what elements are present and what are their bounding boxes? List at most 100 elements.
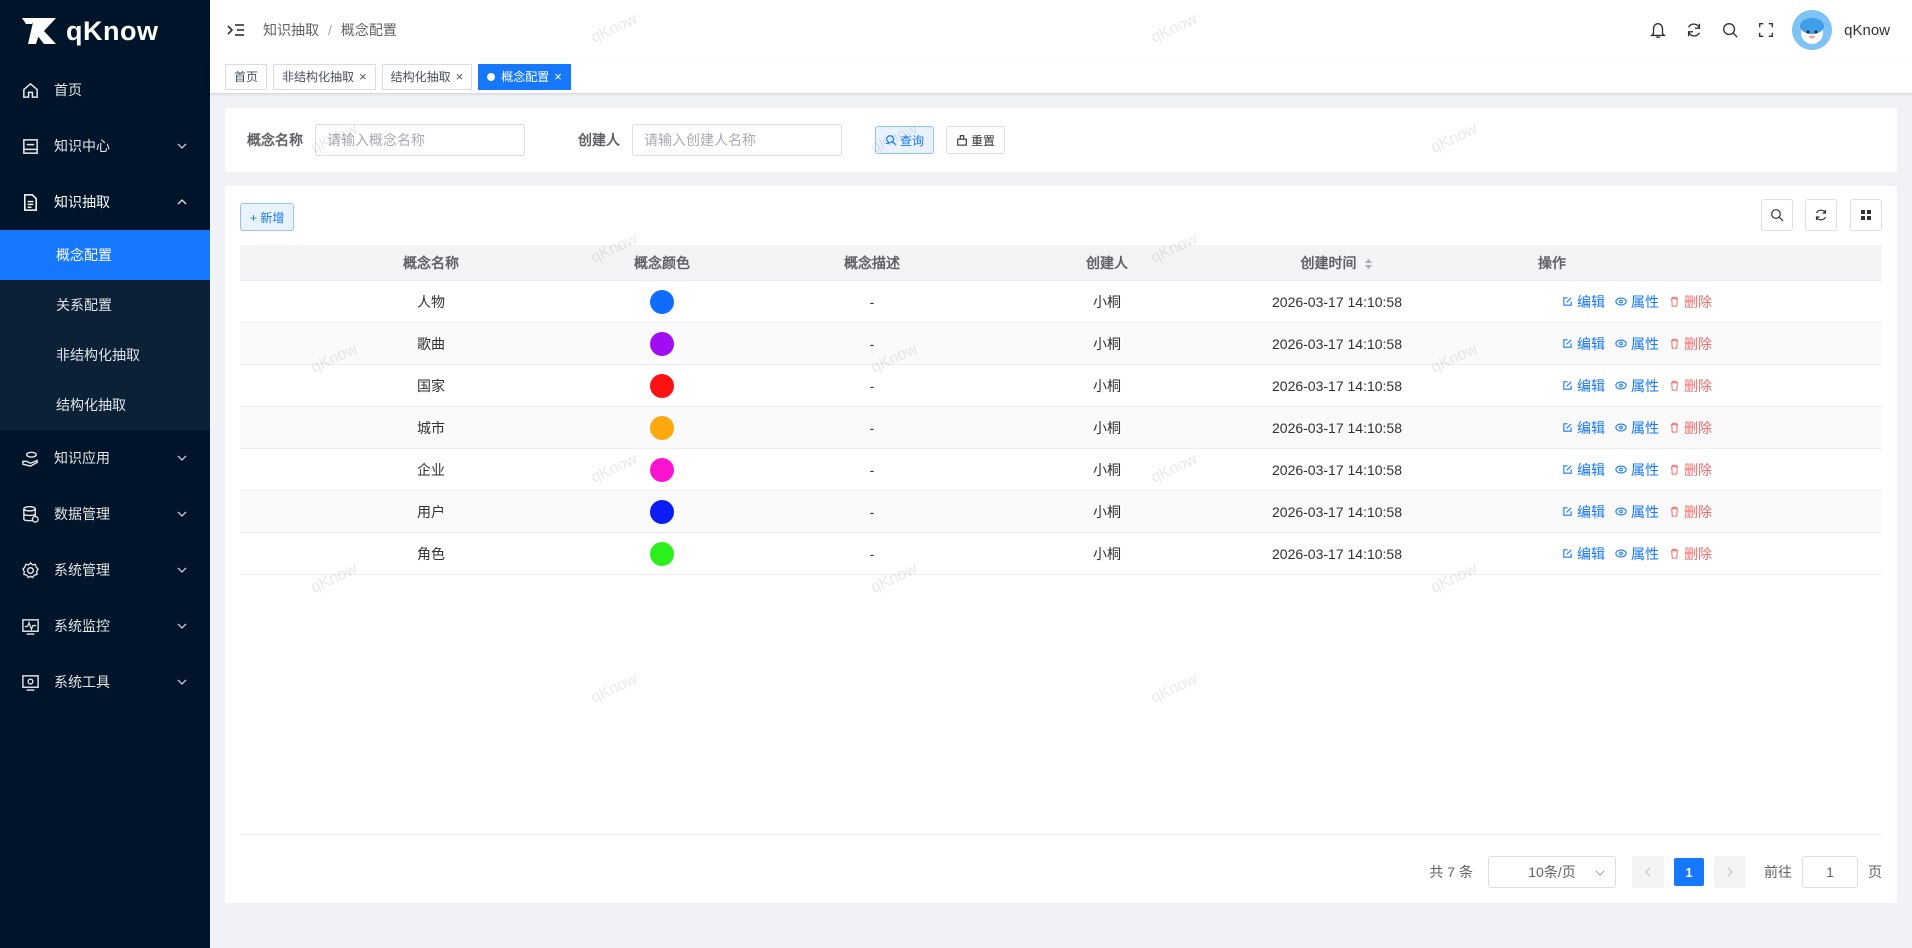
avatar[interactable]	[1792, 10, 1833, 50]
attribute-button[interactable]: 属性	[1615, 376, 1659, 396]
tag-structured-extraction[interactable]: 结构化抽取 ×	[381, 63, 473, 90]
attribute-button[interactable]: 属性	[1615, 334, 1659, 354]
add-button[interactable]: + 新增	[240, 203, 295, 231]
concept-name-input[interactable]: 请输入概念名称	[315, 124, 525, 156]
sidebar-item-label: 知识中心	[54, 138, 110, 154]
page-size-value: 10条/页	[1528, 864, 1576, 880]
breadcrumb: 知识抽取 / 概念配置	[263, 20, 397, 40]
tag-label: 非结构化抽取	[282, 70, 355, 84]
sidebar-item-home[interactable]: 首页	[0, 62, 210, 118]
tag-concept-config[interactable]: 概念配置 ×	[478, 63, 571, 90]
pagination: 共 7 条 10条/页 1 前往 1 页	[1429, 856, 1882, 888]
username[interactable]: qKnow	[1844, 22, 1890, 39]
edit-button[interactable]: 编辑	[1562, 418, 1605, 438]
delete-icon	[1670, 506, 1679, 517]
sidebar-item-unstructured-extraction[interactable]: 非结构化抽取	[0, 330, 210, 380]
sidebar-item-concept-config[interactable]: 概念配置	[0, 230, 210, 280]
cell-concept-name: 角色	[417, 545, 445, 562]
edit-button[interactable]: 编辑	[1562, 544, 1605, 564]
cell-creator: 小桐	[1093, 503, 1121, 520]
goto-page-input[interactable]: 1	[1802, 856, 1858, 888]
menu-fold-icon[interactable]	[225, 19, 247, 41]
delete-button[interactable]: 删除	[1669, 292, 1712, 312]
delete-button[interactable]: 删除	[1669, 418, 1712, 438]
chevron-down-icon	[177, 455, 187, 461]
close-icon[interactable]: ×	[554, 69, 562, 84]
bell-icon[interactable]	[1648, 20, 1668, 40]
prev-page-button[interactable]	[1632, 856, 1664, 888]
query-button[interactable]: 查询	[875, 126, 935, 154]
database-icon	[20, 504, 40, 524]
attribute-label: 属性	[1631, 293, 1659, 310]
eye-icon	[1615, 549, 1627, 558]
cell-concept-color	[622, 331, 702, 356]
attribute-button[interactable]: 属性	[1615, 292, 1659, 312]
attribute-button[interactable]: 属性	[1615, 418, 1659, 438]
cell-create-time: 2026-03-17 14:10:58	[1272, 293, 1402, 310]
cell-actions: 编辑 属性 删除	[1502, 502, 1772, 522]
cell-concept-name: 人物	[417, 293, 445, 310]
sidebar-item-system-tools[interactable]: 系统工具	[0, 654, 210, 710]
page-number-current[interactable]: 1	[1674, 858, 1704, 886]
cell-concept-color	[622, 373, 702, 398]
delete-button[interactable]: 删除	[1669, 460, 1712, 480]
sidebar-item-knowledge-center[interactable]: 知识中心	[0, 118, 210, 174]
breadcrumb-item[interactable]: 知识抽取	[263, 20, 319, 40]
delete-label: 删除	[1684, 419, 1712, 436]
sidebar-item-relation-config[interactable]: 关系配置	[0, 280, 210, 330]
attribute-button[interactable]: 属性	[1615, 544, 1659, 564]
page-size-select[interactable]: 10条/页	[1488, 856, 1616, 888]
delete-label: 删除	[1684, 293, 1712, 310]
logo[interactable]: qKnow	[0, 0, 210, 62]
edit-button[interactable]: 编辑	[1562, 502, 1605, 522]
chevron-down-icon	[177, 623, 187, 629]
attribute-button[interactable]: 属性	[1615, 460, 1659, 480]
refresh-icon[interactable]	[1684, 20, 1704, 40]
attribute-label: 属性	[1631, 419, 1659, 436]
delete-icon	[1670, 548, 1679, 559]
attribute-label: 属性	[1631, 461, 1659, 478]
delete-button[interactable]: 删除	[1669, 544, 1712, 564]
columns-button[interactable]	[1850, 199, 1882, 231]
delete-icon	[1670, 380, 1679, 391]
sort-icon[interactable]	[1364, 258, 1373, 270]
delete-button[interactable]: 删除	[1669, 376, 1712, 396]
eye-icon	[1615, 423, 1627, 432]
sidebar-item-knowledge-app[interactable]: 知识应用	[0, 430, 210, 486]
delete-button[interactable]: 删除	[1669, 334, 1712, 354]
creator-input[interactable]: 请输入创建人名称	[632, 124, 842, 156]
search-icon[interactable]	[1720, 20, 1740, 40]
table-row: 用户 - 小桐 2026-03-17 14:10:58 编辑 属性 删除	[240, 491, 1882, 533]
sidebar-item-label: 首页	[54, 82, 82, 98]
color-swatch	[650, 415, 674, 440]
edit-button[interactable]: 编辑	[1562, 376, 1605, 396]
sidebar-item-system-monitor[interactable]: 系统监控	[0, 598, 210, 654]
cell-create-time: 2026-03-17 14:10:58	[1272, 335, 1402, 352]
sidebar-item-system-management[interactable]: 系统管理	[0, 542, 210, 598]
fullscreen-icon[interactable]	[1756, 20, 1776, 40]
eye-icon	[1615, 297, 1627, 306]
delete-button[interactable]: 删除	[1669, 502, 1712, 522]
sidebar-item-data-management[interactable]: 数据管理	[0, 486, 210, 542]
edit-button[interactable]: 编辑	[1562, 460, 1605, 480]
next-page-button[interactable]	[1714, 856, 1746, 888]
sidebar-item-structured-extraction[interactable]: 结构化抽取	[0, 380, 210, 430]
tag-home[interactable]: 首页	[225, 63, 268, 90]
toggle-search-button[interactable]	[1761, 199, 1793, 231]
refresh-button[interactable]	[1805, 199, 1837, 231]
attribute-button[interactable]: 属性	[1615, 502, 1659, 522]
header-create-time[interactable]: 创建时间	[1172, 253, 1502, 273]
edit-button[interactable]: 编辑	[1562, 334, 1605, 354]
close-icon[interactable]: ×	[359, 69, 367, 84]
edit-button[interactable]: 编辑	[1562, 292, 1605, 312]
reset-button[interactable]: 重置	[946, 126, 1006, 154]
sidebar-item-label: 系统管理	[54, 562, 110, 578]
chevron-up-icon	[177, 199, 187, 205]
header-concept-color: 概念颜色	[634, 254, 690, 271]
color-swatch	[650, 457, 674, 482]
sidebar-item-knowledge-extraction[interactable]: 知识抽取	[0, 174, 210, 230]
tag-unstructured-extraction[interactable]: 非结构化抽取 ×	[273, 63, 376, 90]
delete-label: 删除	[1684, 377, 1712, 394]
close-icon[interactable]: ×	[456, 69, 464, 84]
header-actions: 操作	[1538, 254, 1566, 271]
